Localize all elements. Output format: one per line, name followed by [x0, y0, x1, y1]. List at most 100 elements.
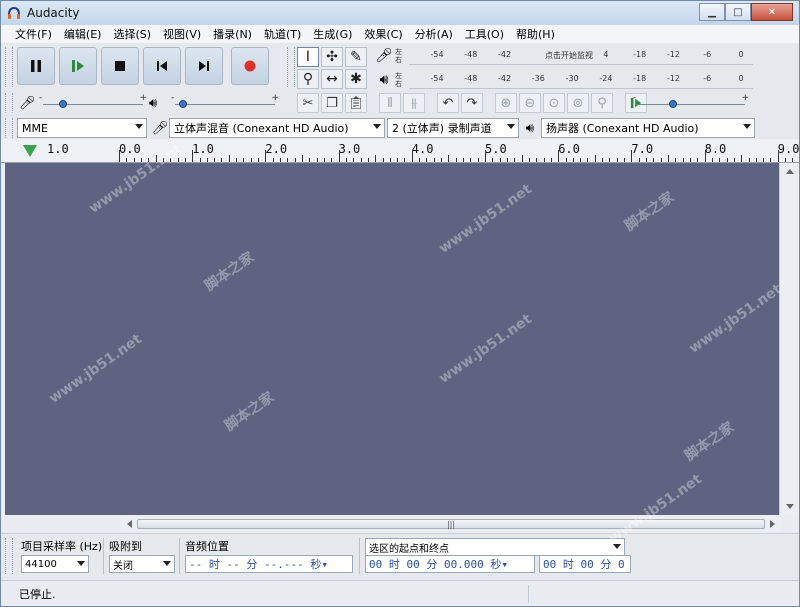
menu-tools[interactable]: 工具(O): [459, 26, 510, 42]
ruler-tick-mark: [668, 155, 669, 162]
meter-tick-label: -18: [633, 74, 647, 83]
menu-generate[interactable]: 生成(G): [307, 26, 358, 42]
window-controls: ▁ □ ✕: [699, 3, 793, 21]
toolbar-grip[interactable]: [5, 47, 13, 87]
silence-button[interactable]: ⫵: [403, 93, 425, 113]
audacity-window: Audacity ▁ □ ✕ 文件(F) 编辑(E) 选择(S) 视图(V) 播…: [0, 0, 800, 607]
record-button[interactable]: [231, 47, 269, 85]
scroll-up-icon[interactable]: [786, 169, 794, 174]
slider-thumb[interactable]: [179, 100, 187, 108]
playback-speed-slider[interactable]: - +: [631, 93, 751, 112]
paste-button[interactable]: 📋︎: [345, 93, 367, 113]
cut-button[interactable]: ✂: [297, 93, 319, 113]
record-meter-scale[interactable]: 点击开始监视 -54 -48 -42 4 -18 -12 -6 0: [409, 47, 753, 65]
redo-button[interactable]: ↷: [461, 93, 483, 113]
trim-button[interactable]: ⫴: [379, 93, 401, 113]
slider-thumb[interactable]: [59, 100, 67, 108]
play-button[interactable]: [59, 47, 97, 85]
menu-file[interactable]: 文件(F): [9, 26, 58, 42]
fit-selection-button[interactable]: ⊙: [543, 93, 565, 113]
menu-view[interactable]: 视图(V): [157, 26, 207, 42]
right-label: 右: [395, 80, 402, 88]
zoom-tool[interactable]: ⚲: [297, 69, 319, 89]
envelope-tool[interactable]: ✣: [321, 47, 343, 67]
toolbar-grip[interactable]: [5, 93, 13, 113]
project-rate-label: 项目采样率 (Hz): [21, 540, 103, 553]
toolbar-grip[interactable]: [5, 538, 13, 574]
playback-volume-slider[interactable]: - +: [169, 93, 281, 112]
zoom-in-icon: ⊕: [500, 95, 512, 111]
scroll-down-icon[interactable]: [786, 504, 794, 509]
scroll-left-icon[interactable]: [127, 520, 132, 528]
meter-tick-label: 0: [738, 50, 744, 59]
ruler-tick-mark: [477, 158, 479, 162]
ruler-tick-mark: [367, 158, 369, 162]
selection-mode-select[interactable]: 选区的起点和终点: [365, 538, 625, 556]
toolbar-grip[interactable]: [287, 47, 295, 87]
record-meter[interactable]: 🎤︎ 左右 点击开始监视 -54 -48 -42 4 -18 -12 -6 0: [373, 45, 753, 67]
skip-to-end-button[interactable]: [185, 47, 223, 85]
project-rate-select[interactable]: 44100: [21, 555, 89, 573]
ruler-tick-mark: [375, 155, 377, 162]
fit-project-button[interactable]: ⊚: [567, 93, 589, 113]
zoom-toggle-button[interactable]: ⚲: [591, 93, 613, 113]
menu-help[interactable]: 帮助(H): [510, 26, 561, 42]
speaker-icon[interactable]: 🔊︎: [373, 70, 395, 90]
microphone-icon[interactable]: 🎤︎: [373, 46, 395, 66]
silence-icon: ⫵: [411, 95, 417, 111]
ruler-tick-mark: [704, 150, 706, 162]
menu-select[interactable]: 选择(S): [107, 26, 157, 42]
slider-thumb[interactable]: [669, 100, 677, 108]
selection-tool[interactable]: I: [297, 47, 319, 67]
ruler-tick-mark: [265, 150, 267, 162]
undo-button[interactable]: ↶: [437, 93, 459, 113]
playback-meter[interactable]: 🔊︎ 左右 -54 -48 -42 -36 -30 -24 -18 -12 -6 0: [373, 69, 753, 91]
menu-analyze[interactable]: 分析(A): [409, 26, 459, 42]
close-button[interactable]: ✕: [751, 3, 793, 21]
menu-effect[interactable]: 效果(C): [358, 26, 408, 42]
menu-edit[interactable]: 编辑(E): [58, 26, 108, 42]
selection-end-field[interactable]: 00 时 00 分 0: [539, 555, 631, 573]
audio-position-label: 音频位置: [185, 540, 229, 553]
horizontal-scrollbar[interactable]: |||: [121, 517, 781, 531]
minimize-button[interactable]: ▁: [699, 3, 725, 21]
meter-tick-label: -48: [464, 50, 478, 59]
maximize-button[interactable]: □: [725, 3, 751, 21]
speaker-icon: 🔊︎: [149, 95, 158, 111]
time-shift-tool[interactable]: ↔: [321, 69, 343, 89]
ruler-tick-label: 2.0: [265, 142, 288, 156]
multi-tool[interactable]: ✱: [345, 69, 367, 89]
snap-to-select[interactable]: 关闭: [109, 555, 175, 573]
toolbar-grip[interactable]: [5, 118, 13, 138]
monitor-hint[interactable]: 点击开始监视: [545, 50, 593, 61]
pause-button[interactable]: [17, 47, 55, 85]
ruler-tick-mark: [682, 158, 684, 162]
draw-tool[interactable]: ✎: [345, 47, 367, 67]
ruler-tick-mark: [140, 158, 142, 162]
ruler-tick-mark: [441, 158, 443, 162]
envelope-icon: ✣: [326, 49, 338, 65]
skip-to-start-button[interactable]: [143, 47, 181, 85]
scrollbar-thumb[interactable]: |||: [137, 519, 765, 529]
audio-position-field[interactable]: -- 时 -- 分 --.--- 秒▾: [185, 555, 353, 573]
vertical-scrollbar[interactable]: [779, 163, 799, 515]
recording-channels-select[interactable]: 2 (立体声) 录制声道: [387, 118, 519, 138]
playback-device-select[interactable]: 扬声器 (Conexant HD Audio): [541, 118, 755, 138]
track-panel[interactable]: [5, 163, 779, 515]
menu-tracks[interactable]: 轨道(T): [258, 26, 307, 42]
ruler-tick-mark: [536, 158, 538, 162]
recording-device-select[interactable]: 立体声混音 (Conexant HD Audio): [169, 118, 385, 138]
scroll-right-icon[interactable]: [770, 520, 775, 528]
zoom-in-button[interactable]: ⊕: [495, 93, 517, 113]
audio-host-select[interactable]: MME: [17, 118, 147, 138]
selection-start-field[interactable]: 00 时 00 分 00.000 秒▾: [365, 555, 535, 573]
recording-volume-slider[interactable]: - +: [37, 93, 149, 112]
timeline-ruler[interactable]: 1.0 0.0 1.0 2.0 3.0 4.0 5.0 6.0 7.0 8.0 9.0: [1, 139, 799, 163]
copy-button[interactable]: ❐: [321, 93, 343, 113]
playback-meter-scale[interactable]: -54 -48 -42 -36 -30 -24 -18 -12 -6 0: [409, 71, 753, 89]
ruler-tick-mark: [389, 158, 391, 162]
menu-transport[interactable]: 播录(N): [207, 26, 258, 42]
play-head-icon[interactable]: [23, 145, 37, 157]
zoom-out-button[interactable]: ⊖: [519, 93, 541, 113]
stop-button[interactable]: [101, 47, 139, 85]
